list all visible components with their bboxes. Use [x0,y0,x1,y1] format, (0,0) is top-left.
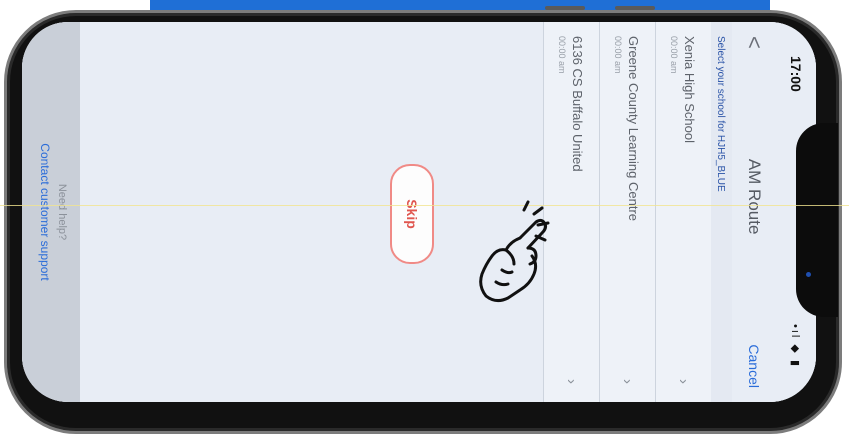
status-icons: •ıl ◆ ▮ [789,324,802,368]
cancel-button[interactable]: Cancel [746,344,762,388]
volume-button-1 [545,6,585,10]
back-chevron-icon[interactable]: < [741,36,767,49]
page-title: AM Route [745,158,764,235]
nav-bar: < AM Route Cancel [732,22,776,402]
scan-line [0,205,849,206]
volume-button-2 [615,6,655,10]
chevron-right-icon: › [675,379,692,384]
help-footer: Need help? Contact customer support [22,22,80,402]
phone-screen: 17:00 •ıl ◆ ▮ < AM Route Cancel Select y… [22,22,816,402]
school-time: 00:00 am [669,36,680,74]
skip-button[interactable]: Skip [390,164,434,264]
chevron-right-icon: › [619,379,636,384]
status-time: 17:00 [788,56,804,92]
need-help-label: Need help? [56,183,68,241]
school-list: Select your school for HJH5_BLUE Xenia H… [543,22,732,402]
chevron-right-icon: › [563,379,580,384]
school-name: 6136 CS Buffalo United [570,36,586,172]
school-name: Greene County Learning Centre [626,36,642,222]
school-row-greene[interactable]: Greene County Learning Centre 00:00 am › [599,22,655,402]
school-row-xenia[interactable]: Xenia High School 00:00 am › [655,22,711,402]
school-name: Xenia High School [682,36,698,143]
camera-dot [806,272,811,277]
phone-notch [796,123,838,317]
contact-support-link[interactable]: Contact customer support [38,22,52,402]
school-time: 00:00 am [613,36,624,74]
school-time: 00:00 am [557,36,568,74]
app-screen: 17:00 •ıl ◆ ▮ < AM Route Cancel Select y… [22,22,816,402]
tap-hand-icon [479,200,550,303]
list-header: Select your school for HJH5_BLUE [711,22,732,402]
